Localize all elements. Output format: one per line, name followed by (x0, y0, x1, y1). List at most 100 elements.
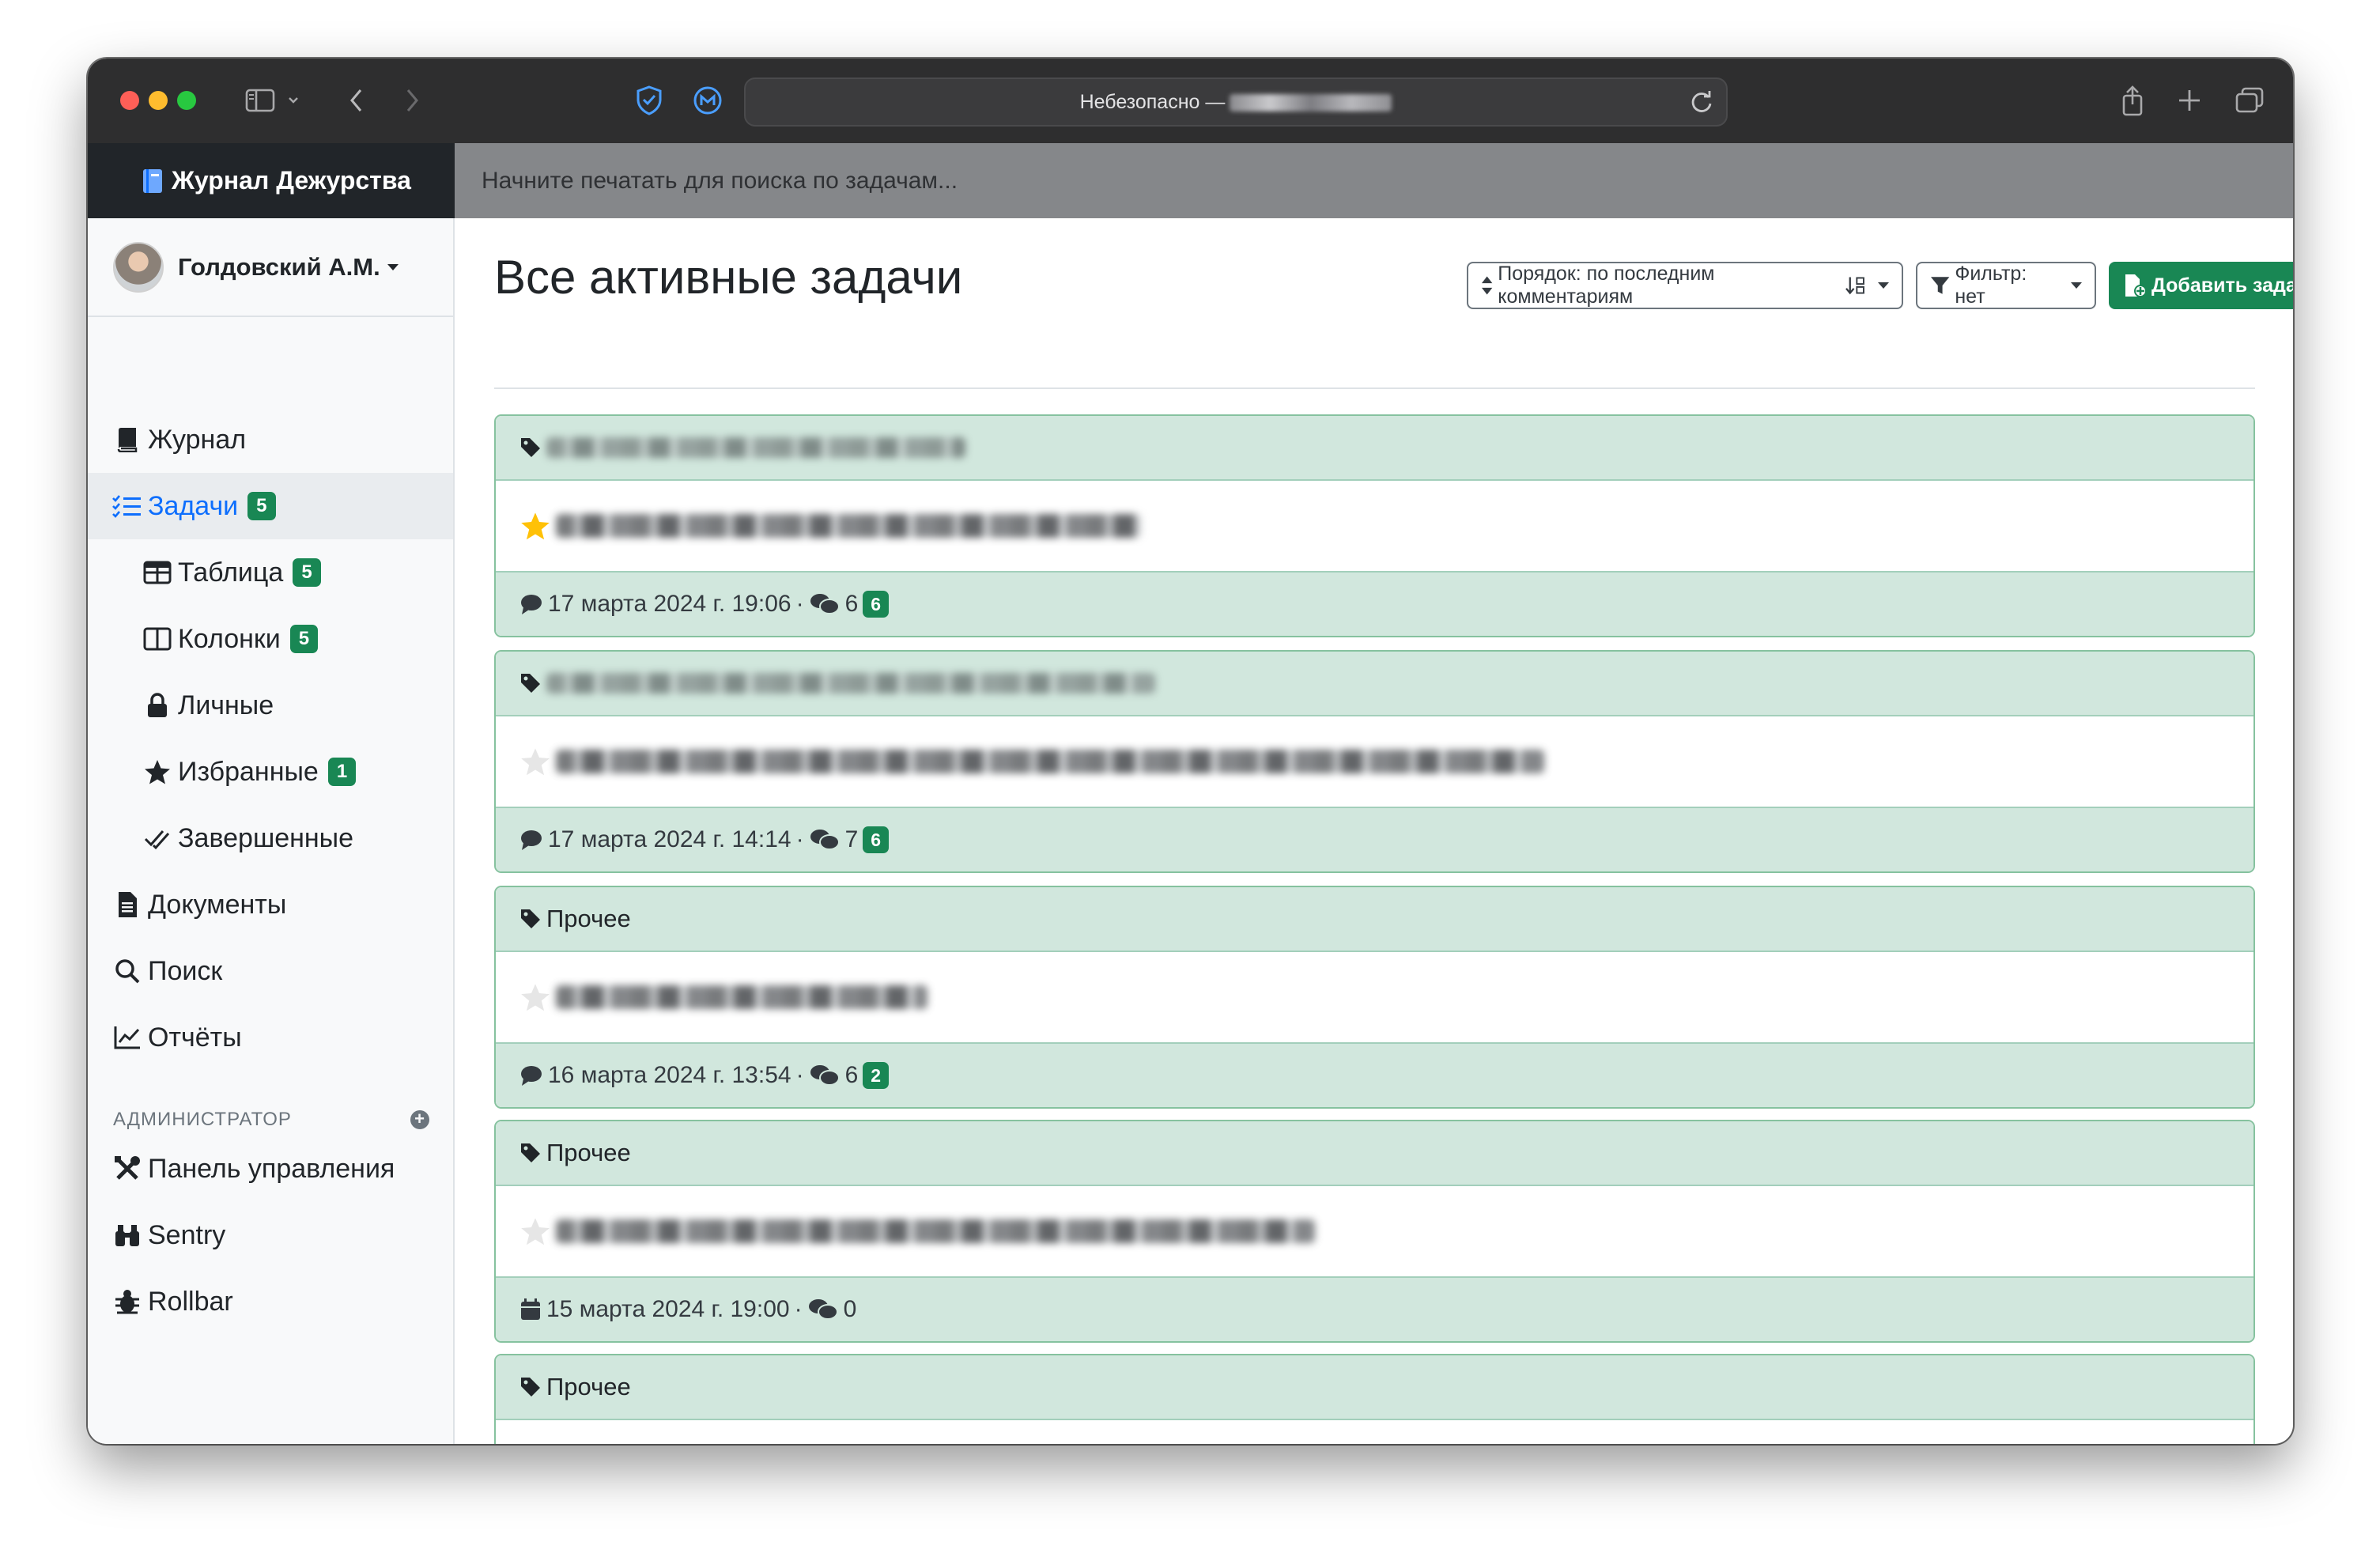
sort-icon (1481, 276, 1493, 295)
sidebar-item-control-panel[interactable]: Панель управления (88, 1136, 453, 1202)
task-card-body (496, 1186, 2253, 1276)
new-comments-badge: 2 (863, 1062, 890, 1089)
task-card[interactable]: 17 марта 2024 г. 19:06 · 6 6 (494, 414, 2255, 637)
task-title-redacted[interactable] (556, 1219, 1315, 1243)
browser-window: Небезопасно — Журнал Дежурства Голдовски… (88, 59, 2293, 1444)
sidebar-toggle-icon[interactable] (243, 84, 278, 117)
favorite-star-icon[interactable] (519, 1216, 551, 1246)
sidebar-item-label: Задачи (148, 490, 239, 521)
shield-icon[interactable] (632, 84, 667, 117)
new-tab-icon[interactable] (2174, 84, 2205, 117)
comments-icon (809, 592, 841, 616)
comment-icon (519, 593, 543, 615)
task-card-footer: 17 марта 2024 г. 19:06 · 6 6 (496, 571, 2253, 636)
search-bar (455, 143, 2293, 218)
columns-icon (142, 623, 173, 655)
add-circle-icon[interactable]: + (410, 1110, 429, 1129)
forward-icon[interactable] (396, 84, 428, 117)
sidebar-item-label: Rollbar (148, 1286, 233, 1317)
task-card-body (496, 481, 2253, 571)
address-bar[interactable]: Небезопасно — (744, 77, 1728, 127)
separator-dot: · (795, 826, 804, 852)
task-title-redacted[interactable] (556, 750, 1544, 773)
separator-dot: · (794, 1296, 803, 1322)
back-icon[interactable] (341, 84, 372, 117)
calendar-icon (519, 1298, 542, 1321)
task-card[interactable]: Прочее (494, 1354, 2255, 1444)
add-task-label: Добавить задачу (2151, 274, 2293, 297)
user-name: Голдовский А.М. (178, 253, 380, 281)
task-title-redacted[interactable] (556, 514, 1141, 538)
journal-logo-icon (143, 168, 162, 193)
reload-icon[interactable] (1690, 89, 1713, 119)
sidebar-item-label: Завершенные (178, 822, 354, 853)
task-card[interactable]: Прочее 15 марта 2024 г. 19:00 · 0 (494, 1120, 2255, 1343)
task-date: 17 марта 2024 г. 14:14 (548, 826, 791, 852)
task-card[interactable]: Прочее 16 марта 2024 г. 13:54 · 6 2 (494, 886, 2255, 1109)
task-category: Прочее (546, 1373, 631, 1400)
sidebar-item-reports[interactable]: Отчёты (88, 1004, 453, 1071)
share-icon[interactable] (2117, 84, 2148, 117)
search-input[interactable] (480, 166, 1590, 195)
sidebar-item-tasks[interactable]: Задачи 5 (88, 473, 453, 539)
bug-icon (111, 1286, 143, 1317)
separator-dot: · (795, 1062, 804, 1088)
sidebar-item-favorites[interactable]: Избранные 1 (88, 739, 453, 805)
check-double-icon (142, 822, 173, 854)
tab-overview-icon[interactable] (2232, 84, 2267, 117)
tag-icon (519, 437, 542, 459)
task-category-redacted (546, 437, 965, 458)
task-category: Прочее (546, 905, 631, 932)
separator-dot: · (795, 591, 804, 617)
sort-order-icon (1845, 277, 1865, 295)
comments-icon (809, 1064, 841, 1087)
tools-icon (111, 1153, 143, 1185)
sidebar-item-documents[interactable]: Документы (88, 871, 453, 938)
count-badge: 1 (327, 758, 357, 786)
order-dropdown-button[interactable]: Порядок: по последним комментариям (1467, 262, 1903, 309)
close-window-button[interactable] (120, 91, 139, 110)
minimize-window-button[interactable] (149, 91, 168, 110)
browser-toolbar: Небезопасно — (88, 59, 2293, 145)
address-url-redacted (1230, 94, 1392, 112)
divider (88, 316, 453, 317)
favorite-star-icon[interactable] (519, 982, 551, 1012)
sidebar-item-search[interactable]: Поиск (88, 938, 453, 1004)
task-card[interactable]: 17 марта 2024 г. 14:14 · 7 6 (494, 650, 2255, 873)
sidebar-item-sentry[interactable]: Sentry (88, 1202, 453, 1268)
star-icon (142, 756, 173, 788)
comment-count: 0 (843, 1296, 857, 1322)
extension-icon[interactable] (690, 84, 725, 117)
sidebar-item-label: Панель управления (148, 1153, 395, 1184)
task-date: 17 марта 2024 г. 19:06 (548, 591, 791, 617)
user-menu[interactable]: Голдовский А.М. (113, 242, 399, 293)
sidebar-item-rollbar[interactable]: Rollbar (88, 1268, 453, 1335)
task-date: 15 марта 2024 г. 19:00 (546, 1296, 790, 1322)
main-content: Все активные задачи Порядок: по последни… (455, 218, 2293, 1444)
sidebar-item-personal[interactable]: Личные (88, 672, 453, 739)
task-title-redacted[interactable] (556, 985, 927, 1009)
tag-icon (519, 1142, 542, 1164)
chevron-down-icon[interactable] (285, 84, 301, 117)
file-plus-icon (2125, 274, 2147, 297)
sidebar-item-columns[interactable]: Колонки 5 (88, 606, 453, 672)
task-card-body (496, 952, 2253, 1042)
task-category: Прочее (546, 1139, 631, 1166)
zoom-window-button[interactable] (177, 91, 196, 110)
favorite-star-icon[interactable] (519, 511, 551, 541)
app-brand[interactable]: Журнал Дежурства (88, 143, 455, 218)
sidebar-item-journal[interactable]: Журнал (88, 406, 453, 473)
app-brand-label: Журнал Дежурства (172, 166, 411, 195)
favorite-star-icon[interactable] (519, 746, 551, 777)
admin-section-header: АДМИНИСТРАТОР + (113, 1104, 429, 1136)
tag-icon (519, 1376, 542, 1398)
add-task-button[interactable]: Добавить задачу (2109, 262, 2293, 309)
comment-icon (519, 829, 543, 851)
task-card-header (496, 652, 2253, 716)
sidebar-item-table[interactable]: Таблица 5 (88, 539, 453, 606)
filter-dropdown-button[interactable]: Фильтр: нет (1916, 262, 2096, 309)
sidebar-item-completed[interactable]: Завершенные (88, 805, 453, 871)
comment-count: 7 (844, 826, 859, 852)
book-icon (111, 424, 143, 455)
sidebar: Голдовский А.М. Журнал Задачи 5 Таблица … (88, 218, 455, 1444)
